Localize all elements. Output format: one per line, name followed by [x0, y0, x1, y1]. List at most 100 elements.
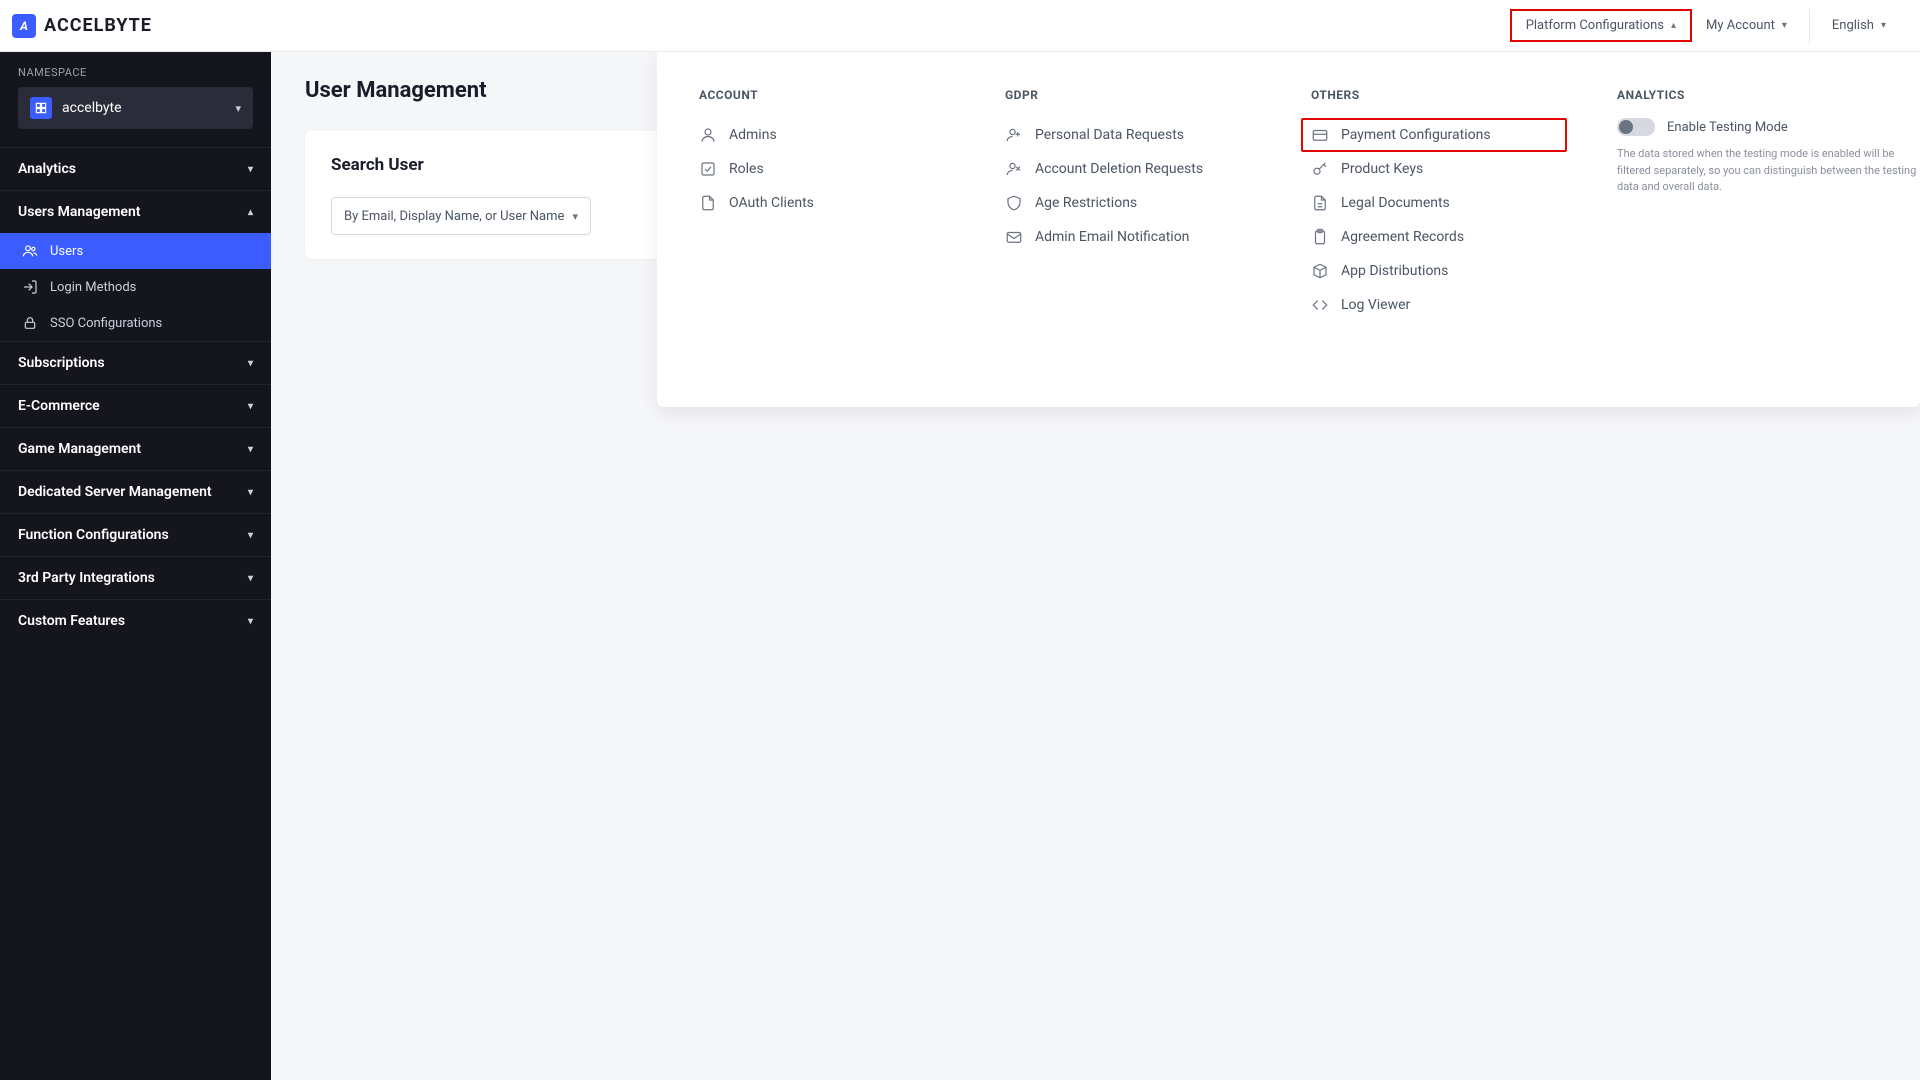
shield-icon [1005, 194, 1023, 212]
users-icon [22, 243, 38, 259]
nav-users-management-label: Users Management [18, 204, 140, 220]
menu-agreement-records-label: Agreement Records [1341, 229, 1464, 245]
menu-log-viewer[interactable]: Log Viewer [1311, 288, 1617, 322]
header-right: Platform Configurations My Account Engli… [1510, 9, 1900, 43]
menu-agreement-records[interactable]: Agreement Records [1311, 220, 1617, 254]
nav-ecommerce[interactable]: E-Commerce [0, 384, 271, 427]
language-menu[interactable]: English [1818, 11, 1900, 40]
menu-roles[interactable]: Roles [699, 152, 1005, 186]
nav-dedicated-server[interactable]: Dedicated Server Management [0, 470, 271, 513]
nav-function-config[interactable]: Function Configurations [0, 513, 271, 556]
my-account-label: My Account [1706, 18, 1775, 33]
platform-configurations-panel: ACCOUNT Admins Roles OAuth Clients GDPR [657, 52, 1920, 407]
menu-roles-label: Roles [729, 161, 764, 177]
nav-custom-features[interactable]: Custom Features [0, 599, 271, 642]
chevron-down-icon [235, 102, 241, 115]
menu-admin-email-label: Admin Email Notification [1035, 229, 1189, 245]
panel-others-title: OTHERS [1311, 88, 1617, 102]
user-x-icon [1005, 160, 1023, 178]
testing-mode-row: Enable Testing Mode [1617, 118, 1917, 136]
menu-personal-data-requests[interactable]: Personal Data Requests [1005, 118, 1311, 152]
key-icon [1311, 160, 1329, 178]
platform-configurations-menu[interactable]: Platform Configurations [1510, 9, 1692, 42]
clipboard-icon [1311, 228, 1329, 246]
chevron-down-icon [248, 573, 253, 584]
menu-admins[interactable]: Admins [699, 118, 1005, 152]
menu-log-viewer-label: Log Viewer [1341, 297, 1410, 313]
chevron-down-icon [248, 487, 253, 498]
menu-account-deletion-requests[interactable]: Account Deletion Requests [1005, 152, 1311, 186]
chevron-down-icon [248, 616, 253, 627]
nav-users-management[interactable]: Users Management [0, 190, 271, 233]
testing-mode-description: The data stored when the testing mode is… [1617, 146, 1917, 196]
panel-analytics-title: ANALYTICS [1617, 88, 1917, 102]
sidebar-item-sso[interactable]: SSO Configurations [0, 305, 271, 341]
sidebar-item-users[interactable]: Users [0, 233, 271, 269]
top-header: A ACCELBYTE Platform Configurations My A… [0, 0, 1920, 52]
panel-account-title: ACCOUNT [699, 88, 1005, 102]
search-by-value: By Email, Display Name, or User Name [344, 209, 564, 224]
nav-dedicated-server-label: Dedicated Server Management [18, 484, 212, 500]
chevron-down-icon [248, 530, 253, 541]
chevron-down-icon [1881, 20, 1886, 31]
nav-function-config-label: Function Configurations [18, 527, 169, 543]
user-icon [699, 126, 717, 144]
nav-game-management-label: Game Management [18, 441, 141, 457]
menu-legal-documents[interactable]: Legal Documents [1311, 186, 1617, 220]
panel-col-others: OTHERS Payment Configurations Product Ke… [1311, 88, 1617, 371]
language-label: English [1832, 18, 1874, 33]
menu-age-restrictions-label: Age Restrictions [1035, 195, 1137, 211]
search-by-select[interactable]: By Email, Display Name, or User Name [331, 197, 591, 235]
main-content: User Management Search User By Email, Di… [271, 52, 1920, 1080]
lock-icon [22, 315, 38, 331]
file-text-icon [1311, 194, 1329, 212]
menu-app-distributions[interactable]: App Distributions [1311, 254, 1617, 288]
nav-custom-features-label: Custom Features [18, 613, 125, 629]
sidebar-item-login-methods[interactable]: Login Methods [0, 269, 271, 305]
chevron-down-icon [248, 401, 253, 412]
panel-col-gdpr: GDPR Personal Data Requests Account Dele… [1005, 88, 1311, 371]
testing-mode-toggle[interactable] [1617, 118, 1655, 136]
menu-admin-email-notification[interactable]: Admin Email Notification [1005, 220, 1311, 254]
menu-oauth-clients[interactable]: OAuth Clients [699, 186, 1005, 220]
nav-analytics[interactable]: Analytics [0, 147, 271, 190]
my-account-menu[interactable]: My Account [1692, 11, 1801, 40]
nav-game-management[interactable]: Game Management [0, 427, 271, 470]
menu-oauth-label: OAuth Clients [729, 195, 814, 211]
nav-third-party[interactable]: 3rd Party Integrations [0, 556, 271, 599]
nav-subscriptions[interactable]: Subscriptions [0, 341, 271, 384]
nav-third-party-label: 3rd Party Integrations [18, 570, 155, 586]
check-square-icon [699, 160, 717, 178]
sidebar: NAMESPACE accelbyte Analytics Users Mana… [0, 52, 271, 1080]
box-icon [1311, 262, 1329, 280]
brand: A ACCELBYTE [12, 14, 152, 38]
namespace-selector[interactable]: accelbyte [18, 87, 253, 129]
namespace-label: NAMESPACE [0, 66, 271, 87]
sidebar-item-users-label: Users [50, 244, 83, 259]
brand-logo: A [12, 14, 36, 38]
testing-mode-label: Enable Testing Mode [1667, 120, 1788, 135]
namespace-icon [30, 97, 52, 119]
menu-product-keys[interactable]: Product Keys [1311, 152, 1617, 186]
menu-payment-configurations-label: Payment Configurations [1341, 127, 1491, 143]
nav-subscriptions-label: Subscriptions [18, 355, 105, 371]
namespace-value: accelbyte [62, 100, 225, 116]
platform-configurations-label: Platform Configurations [1526, 18, 1664, 33]
menu-account-deletion-label: Account Deletion Requests [1035, 161, 1203, 177]
sidebar-item-sso-label: SSO Configurations [50, 316, 162, 331]
chevron-down-icon [248, 444, 253, 455]
credit-card-icon [1311, 126, 1329, 144]
chevron-down-icon [1782, 20, 1787, 31]
menu-legal-documents-label: Legal Documents [1341, 195, 1450, 211]
menu-admins-label: Admins [729, 127, 777, 143]
menu-age-restrictions[interactable]: Age Restrictions [1005, 186, 1311, 220]
menu-payment-configurations[interactable]: Payment Configurations [1301, 118, 1567, 152]
login-icon [22, 279, 38, 295]
panel-gdpr-title: GDPR [1005, 88, 1311, 102]
sidebar-item-login-methods-label: Login Methods [50, 280, 136, 295]
chevron-down-icon [248, 358, 253, 369]
nav-ecommerce-label: E-Commerce [18, 398, 100, 414]
nav-analytics-label: Analytics [18, 161, 76, 177]
brand-logo-letter: A [20, 19, 28, 33]
chevron-up-icon [248, 207, 253, 218]
